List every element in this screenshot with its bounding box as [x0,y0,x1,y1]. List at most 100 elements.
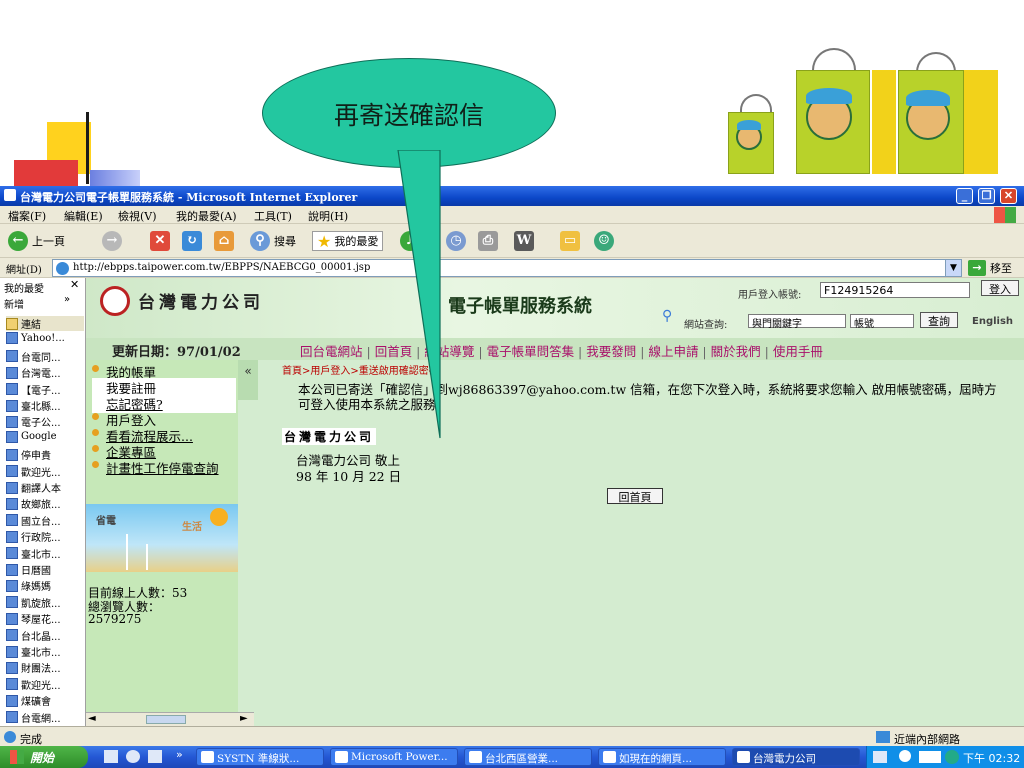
ie-quicklaunch-icon[interactable] [126,750,140,763]
taskbar-task[interactable]: Microsoft Power... [330,748,458,766]
more-chevron-icon[interactable]: » [64,294,70,305]
favorite-item[interactable]: 臺北市... [6,546,84,561]
favorites-button[interactable]: ★ 我的最愛 [312,231,384,251]
wind-turbine-icon [146,544,148,570]
favorite-item[interactable]: 連結 [6,316,84,331]
site-search-input[interactable]: 帳號 [850,314,914,330]
login-input[interactable]: F124915264 [820,282,970,298]
nav-link[interactable]: 我要發問 [586,344,636,359]
discuss-button[interactable]: ▭ [560,231,584,251]
favorite-item[interactable]: Google [6,430,84,443]
menu-favorites[interactable]: 我的最愛(A) [176,208,237,224]
link-icon [6,366,18,379]
favorite-item[interactable]: 綠媽媽 [6,578,84,593]
menu-bar: 檔案(F) 編輯(E) 檢視(V) 我的最愛(A) 工具(T) 說明(H) [0,206,1024,224]
print-button[interactable]: ⎙ [478,231,502,251]
back-home-button[interactable]: 回首頁 [607,488,663,504]
messenger-button[interactable]: ☺ [594,231,618,251]
favorite-item[interactable]: 臺北縣... [6,398,84,413]
edit-button[interactable]: W [514,231,538,251]
favorite-item[interactable]: 國立台... [6,513,84,528]
link-icon [6,530,18,543]
clock[interactable]: 下午 02:32 [963,750,1020,766]
callout-text: 再寄送確認信 [333,101,484,130]
menu-edit[interactable]: 編輯(E) [64,208,103,224]
stop-button[interactable]: ✕ [150,231,174,251]
nav-link[interactable]: 電子帳單問答集 [487,344,575,359]
back-button[interactable]: ← 上一頁 [8,231,65,251]
maximize-button[interactable]: ❐ [978,188,995,204]
input-method-icon[interactable] [919,751,941,763]
link-icon [6,563,18,576]
menu-help[interactable]: 說明(H) [308,208,348,224]
site-search-button[interactable]: 查詢 [920,312,958,328]
link-icon [6,629,18,642]
english-link[interactable]: English [972,316,1013,327]
left-menu-item[interactable]: 計畫性工作停電查詢 [92,458,224,477]
address-dropdown-icon[interactable]: ▼ [945,260,961,276]
favorite-item[interactable]: 行政院... [6,529,84,544]
quicklaunch-chevron-icon[interactable]: » [176,748,183,761]
add-favorite-button[interactable]: 新增 [4,296,24,311]
menu-tools[interactable]: 工具(T) [254,208,292,224]
horizontal-scrollbar[interactable]: ◄ ► [86,712,254,726]
collapse-menu-button[interactable]: « [238,360,258,400]
media-quicklaunch-icon[interactable] [148,750,162,763]
favorite-item[interactable]: 財團法... [6,660,84,675]
forward-button[interactable]: → [102,231,126,251]
taskbar-task[interactable]: 台北西區營業... [464,748,592,766]
address-input[interactable]: http://ebpps.taipower.com.tw/EBPPS/NAEBC… [52,259,962,277]
link-icon [6,547,18,560]
scroll-right-icon[interactable]: ► [240,713,248,724]
menu-view[interactable]: 檢視(V) [118,208,157,224]
favorite-item[interactable]: 【電子... [6,382,84,397]
menu-file[interactable]: 檔案(F) [8,208,46,224]
nav-link[interactable]: 線上申請 [648,344,698,359]
nav-separator: | [636,344,649,359]
refresh-button[interactable]: ↻ [182,231,206,251]
favorite-item[interactable]: 電子公... [6,414,84,429]
close-pane-icon[interactable]: ✕ [70,278,79,291]
favorite-item[interactable]: 台電同... [6,349,84,364]
search-button[interactable]: ⚲ 搜尋 [250,231,296,251]
favorite-item[interactable]: 歡迎光... [6,464,84,479]
keyboard-icon[interactable] [873,751,887,763]
network-icon[interactable] [945,750,959,764]
taskbar-task[interactable]: SYSTN 準線狀... [196,748,324,766]
favorite-item[interactable]: 故鄉旅... [6,496,84,511]
show-desktop-icon[interactable] [104,750,118,763]
nav-link[interactable]: 關於我們 [711,344,761,359]
scroll-left-icon[interactable]: ◄ [88,713,96,724]
taskbar-task[interactable]: 台灣電力公司 [732,748,860,766]
taskbar-task[interactable]: 如現在的網頁... [598,748,726,766]
favorite-item[interactable]: 歡迎光... [6,677,84,692]
sun-icon [210,508,228,526]
search-type-select[interactable]: 與門關鍵字 [748,314,846,330]
favorite-item[interactable]: 臺北市... [6,644,84,659]
home-button[interactable]: ⌂ [214,231,238,251]
go-button[interactable]: → 移至 [968,260,1012,276]
favorite-item[interactable]: 台電網... [6,710,84,725]
tray-arrow-icon[interactable] [899,750,911,762]
minimize-button[interactable]: _ [956,188,973,204]
favorite-item[interactable]: 停申貴 [6,447,84,462]
search-icon: ⚲ [250,231,270,251]
nav-link[interactable]: 回台電網站 [300,344,363,359]
favorite-item[interactable]: 翻譯人本 [6,480,84,495]
favorite-item[interactable]: 台北晶... [6,628,84,643]
scroll-thumb[interactable] [146,715,186,724]
favorite-item[interactable]: 凱旋旅... [6,595,84,610]
login-button[interactable]: 登入 [981,280,1019,296]
favorite-item[interactable]: 煤礦會 [6,693,84,708]
nav-link[interactable]: 使用手冊 [773,344,823,359]
app-icon [335,751,348,763]
site-header: 台灣電力公司 電子帳單服務系統 用戶登入帳號: F124915264 登入 ⚲ … [86,278,1024,338]
favorite-item[interactable]: 琴屋花... [6,611,84,626]
nav-separator: | [474,344,487,359]
favorite-item[interactable]: 日曆國 [6,562,84,577]
link-icon [6,350,18,363]
favorite-item[interactable]: Yahoo!... [6,332,84,345]
start-button[interactable]: 開始 [0,746,88,768]
close-button[interactable]: ✕ [1000,188,1017,204]
favorite-item[interactable]: 台灣電... [6,365,84,380]
